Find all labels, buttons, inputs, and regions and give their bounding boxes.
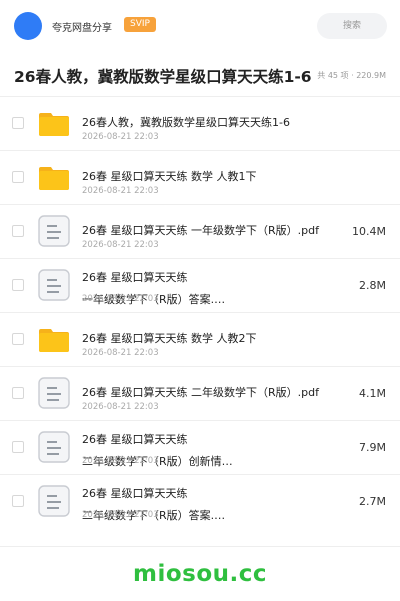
folder-icon — [38, 323, 70, 355]
document-icon — [38, 485, 70, 517]
row-checkbox[interactable] — [12, 387, 24, 399]
footer: miosou.cc — [0, 546, 400, 601]
item-name: 26春 星级口算天天练 二年级数学下（R版）创新情… — [82, 433, 233, 468]
row-checkbox[interactable] — [12, 171, 24, 183]
item-size: 2.7M — [359, 495, 386, 508]
item-date: 2026-08-21 22:03 — [82, 186, 159, 196]
item-size: 7.9M — [359, 441, 386, 454]
item-date: 2026-08-21 22:03 — [82, 240, 159, 250]
svip-badge: SVIP — [124, 17, 156, 32]
item-name: 26春人教，冀教版数学星级口算天天练1-6 — [82, 116, 290, 129]
item-date: 2026-08-21 22:03 — [82, 132, 159, 142]
page-title: 26春人教，冀教版数学星级口算天天练1-6 — [14, 68, 312, 86]
item-name: 26春 星级口算天天练 一年级数学下（R版）.pdf — [82, 224, 319, 237]
item-size: 2.8M — [359, 279, 386, 292]
row-checkbox[interactable] — [12, 495, 24, 507]
site-watermark: miosou.cc — [132, 561, 268, 587]
file-row[interactable]: 26春 星级口算天天练 二年级数学下（R版）答案.… 2026-08-21 22:0… — [0, 474, 400, 528]
folder-icon — [38, 161, 70, 193]
item-date: 2026-08-21 22:03 — [82, 402, 159, 412]
folder-row[interactable]: 26春 星级口算天天练 数学 人教1下 2026-08-21 22:03 — [0, 150, 400, 204]
search-input[interactable]: 搜索 — [317, 13, 387, 39]
row-checkbox[interactable] — [12, 225, 24, 237]
item-name: 26春 星级口算天天练 一年级数学下（R版）答案.… — [82, 271, 226, 306]
document-icon — [38, 431, 70, 463]
folder-row[interactable]: 26春 星级口算天天练 数学 人教2下 2026-08-21 22:03 — [0, 312, 400, 366]
document-icon — [38, 377, 70, 409]
document-icon — [38, 269, 70, 301]
item-name: 26春 星级口算天天练 数学 人教1下 — [82, 170, 257, 183]
item-date: 2026-08-21 22:03 — [82, 510, 159, 520]
folder-icon — [38, 107, 70, 139]
item-size: 10.4M — [352, 225, 386, 238]
item-name: 26春 星级口算天天练 二年级数学下（R版）答案.… — [82, 487, 226, 522]
folder-row[interactable]: 26春人教，冀教版数学星级口算天天练1-6 2026-08-21 22:03 — [0, 96, 400, 150]
file-row[interactable]: 26春 星级口算天天练 一年级数学下（R版）.pdf 2026-08-21 22:… — [0, 204, 400, 258]
item-date: 2026-08-21 22:03 — [82, 294, 159, 304]
file-row[interactable]: 26春 星级口算天天练 二年级数学下（R版）创新情… 2026-08-21 22:0… — [0, 420, 400, 474]
file-row[interactable]: 26春 星级口算天天练 二年级数学下（R版）.pdf 2026-08-21 22:… — [0, 366, 400, 420]
document-icon — [38, 215, 70, 247]
avatar[interactable] — [14, 12, 42, 40]
row-checkbox[interactable] — [12, 441, 24, 453]
item-date: 2026-08-21 22:03 — [82, 348, 159, 358]
item-name: 26春 星级口算天天练 数学 人教2下 — [82, 332, 257, 345]
item-size: 4.1M — [359, 387, 386, 400]
brand-name: 夸克网盘分享 — [52, 23, 112, 34]
top-bar: 夸克网盘分享 SVIP 搜索 — [0, 0, 400, 52]
item-name: 26春 星级口算天天练 二年级数学下（R版）.pdf — [82, 386, 319, 399]
file-row[interactable]: 26春 星级口算天天练 一年级数学下（R版）答案.… 2026-08-21 22:0… — [0, 258, 400, 312]
row-checkbox[interactable] — [12, 279, 24, 291]
item-date: 2026-08-21 22:03 — [82, 456, 159, 466]
row-checkbox[interactable] — [12, 333, 24, 345]
folder-header: 26春人教，冀教版数学星级口算天天练1-6 共 45 项 · 220.9M — [0, 54, 400, 96]
row-checkbox[interactable] — [12, 117, 24, 129]
folder-meta: 共 45 项 · 220.9M — [317, 71, 386, 80]
